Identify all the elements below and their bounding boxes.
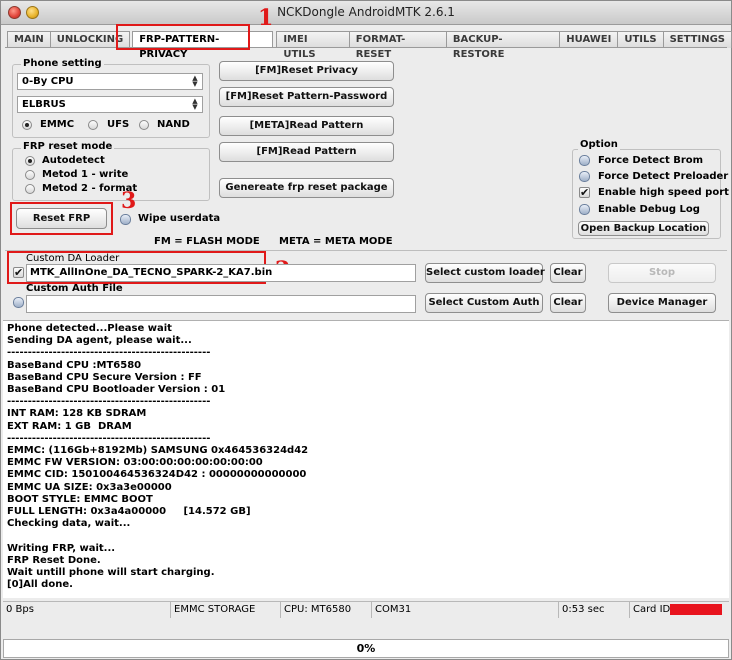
phone-setting-title: Phone setting [21,58,104,69]
cpu-select-value: 0-By CPU [22,76,74,87]
legend-fm: FM = FLASH MODE [154,236,260,247]
custom-da-checkbox[interactable]: ✔ [13,267,24,278]
window-title: NCKDongle AndroidMTK 2.6.1 [277,5,455,19]
select-custom-auth-button[interactable]: Select Custom Auth [425,293,543,313]
log-line: BOOT STYLE: EMMC BOOT [7,493,153,505]
frp-mode-radio-metod1[interactable] [25,170,35,180]
chevron-updown-icon: ▲ ▼ [192,74,198,88]
generate-frp-package-button[interactable]: Genereate frp reset package [219,178,394,198]
progress-bar: 0% [3,639,729,658]
status-bar: 0 Bps EMMC STORAGE CPU: MT6580 COM31 0:5… [3,601,729,618]
select-custom-loader-button[interactable]: Select custom loader [425,263,545,283]
storage-radio-emmc[interactable] [22,120,32,130]
fm-read-pattern-button[interactable]: [FM]Read Pattern [219,142,394,162]
force-detect-brom-label: Force Detect Brom [598,155,704,166]
frp-mode-radio-metod2[interactable] [25,184,35,194]
enable-high-speed-port-label: Enable high speed port [598,187,729,198]
enable-high-speed-port-checkbox[interactable]: ✔ [579,187,590,198]
tab-backup-restore[interactable]: BACKUP-RESTORE [445,31,561,60]
status-time: 0:53 sec [559,602,630,618]
custom-auth-field[interactable] [26,295,416,313]
force-detect-preloader-label: Force Detect Preloader [598,171,729,182]
app-window: NCKDongle AndroidMTK 2.6.1 MAIN UNLOCKIN… [0,0,732,660]
frp-mode-label-metod1: Metod 1 - write [42,169,129,180]
force-detect-preloader-checkbox[interactable] [579,171,590,182]
custom-da-label: Custom DA Loader [26,253,120,264]
status-card: Card ID: [630,602,729,618]
status-storage: EMMC STORAGE [171,602,281,618]
log-line: Sending DA agent, please wait... [7,335,192,347]
log-line: Checking data, wait... [7,518,131,530]
log-line: FULL LENGTH: 0x3a4a00000 [14.572 GB] [7,506,251,518]
force-detect-brom-checkbox[interactable] [579,155,590,166]
fm-reset-pattern-password-button[interactable]: [FM]Reset Pattern-Password [219,87,394,107]
log-line: FRP Reset Done. [7,554,101,566]
tab-utils[interactable]: UTILS [617,31,664,48]
log-line: BaseBand CPU Bootloader Version : 01 [7,384,226,396]
legend-meta: META = META MODE [279,236,393,247]
meta-read-pattern-button[interactable]: [META]Read Pattern [219,116,394,136]
log-line: ----------------------------------------… [7,432,211,444]
custom-auth-checkbox[interactable] [13,297,24,308]
log-line: EMMC: (116Gb+8192Mb) SAMSUNG 0x464536324… [7,445,309,457]
log-output[interactable]: Phone detected...Please wait Sending DA a… [3,320,729,598]
annotation-number-three: 3 [121,188,137,214]
log-line: [0]All done. [7,579,73,591]
custom-auth-label: Custom Auth File [26,283,123,294]
frp-mode-label-autodetect: Autodetect [42,155,105,166]
annotation-box-tab [116,24,250,50]
storage-label-nand: NAND [157,119,190,130]
log-line: EMMC FW VERSION: 03:00:00:00:00:00:00:00 [7,457,263,469]
tab-imei-utils[interactable]: IMEI UTILS [276,31,350,60]
log-line: EMMC UA SIZE: 0x3a3e00000 [7,481,172,493]
stop-button[interactable]: Stop [608,263,716,283]
wipe-userdata-label: Wipe userdata [138,213,221,224]
status-port: COM31 [372,602,559,618]
log-line: BaseBand CPU Secure Version : FF [7,371,202,383]
frp-reset-mode-title: FRP reset mode [21,141,115,152]
device-manager-button[interactable]: Device Manager [608,293,716,313]
storage-label-emmc: EMMC [40,119,75,130]
chevron-updown-icon: ▲ ▼ [192,97,198,111]
card-id-redaction [670,604,722,615]
option-title: Option [578,139,620,150]
log-line: ----------------------------------------… [7,396,211,408]
storage-radio-nand[interactable] [139,120,149,130]
fm-reset-privacy-button[interactable]: [FM]Reset Privacy [219,61,394,81]
log-line: Writing FRP, wait... [7,542,116,554]
cpu-select[interactable]: 0-By CPU ▲ ▼ [17,73,203,90]
custom-da-field[interactable]: MTK_AllInOne_DA_TECNO_SPARK-2_KA7.bin [26,264,416,282]
enable-debug-log-label: Enable Debug Log [598,204,700,215]
tab-divider [5,47,727,48]
log-line: Phone detected...Please wait [7,323,172,334]
frp-mode-radio-autodetect[interactable] [25,156,35,166]
clear-loader-button[interactable]: Clear [550,263,586,283]
tab-huawei[interactable]: HUAWEI [559,31,619,48]
storage-radio-ufs[interactable] [88,120,98,130]
status-card-label: Card ID: [633,604,674,615]
log-line: BaseBand CPU :MT6580 [7,359,142,371]
model-select-value: ELBRUS [22,99,66,110]
tab-format-reset[interactable]: FORMAT-RESET [348,31,447,60]
tab-settings[interactable]: SETTINGS [662,31,732,48]
storage-label-ufs: UFS [107,119,130,130]
log-line: Wait untill phone will start charging. [7,567,215,579]
status-speed: 0 Bps [3,602,171,618]
model-select[interactable]: ELBRUS ▲ ▼ [17,96,203,113]
open-backup-location-button[interactable]: Open Backup Location [578,221,709,236]
enable-debug-log-checkbox[interactable] [579,204,590,215]
log-line: ----------------------------------------… [7,347,211,359]
log-line: EXT RAM: 1 GB DRAM [7,420,132,432]
title-bar: NCKDongle AndroidMTK 2.6.1 [1,1,731,25]
log-line: INT RAM: 128 KB SDRAM [7,408,147,420]
reset-frp-button[interactable]: Reset FRP [16,208,107,229]
status-cpu: CPU: MT6580 [281,602,372,618]
wipe-userdata-checkbox[interactable] [120,214,131,225]
annotation-number-one: 1 [258,5,274,31]
clear-auth-button[interactable]: Clear [550,293,586,313]
log-line: EMMC CID: 150100464536324D42 : 000000000… [7,469,307,481]
tab-main[interactable]: MAIN [7,31,51,48]
